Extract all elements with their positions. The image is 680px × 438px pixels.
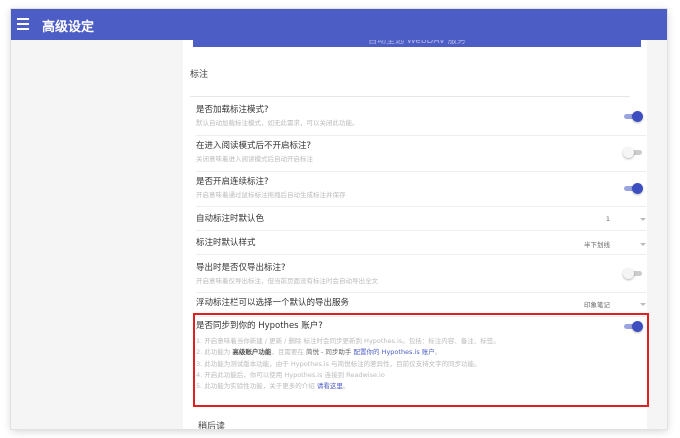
- export-annotation-only-toggle[interactable]: [623, 268, 642, 279]
- setting-row-default-style: 标注时默认样式 半下划线: [196, 238, 646, 252]
- select-value: 半下划线: [584, 241, 610, 249]
- page-title: 高级设定: [42, 20, 95, 35]
- divider: [196, 230, 646, 231]
- divider: [196, 135, 646, 136]
- setting-title: 导出时是否仅导出标注?: [196, 263, 286, 273]
- continuous-annotation-toggle[interactable]: [624, 183, 643, 194]
- reader-annotation-toggle[interactable]: [623, 147, 642, 158]
- setting-row-export-service: 浮动标注栏可以选择一个默认的导出服务 印象笔记: [196, 298, 646, 312]
- divider: [196, 206, 646, 207]
- divider: [196, 171, 646, 172]
- app-bar: 高级设定: [11, 9, 667, 40]
- section-header-read-later: 稍后读: [198, 422, 226, 429]
- setting-title: 标注时默认样式: [196, 238, 256, 248]
- setting-desc: 关闭意味着进入阅读模式后自动开启标注: [196, 155, 313, 163]
- default-style-select[interactable]: 半下划线: [584, 239, 646, 249]
- setting-title: 自动标注时默认色: [196, 214, 265, 224]
- divider: [196, 254, 646, 255]
- setting-row-export-annotation-only: 导出时是否仅导出标注? 开启意味着仅导出标注，但当前页面没有标注时会自动导出全文: [196, 263, 646, 293]
- setting-title: 浮动标注栏可以选择一个默认的导出服务: [196, 298, 350, 308]
- setting-title: 是否开启连续标注?: [196, 177, 269, 187]
- setting-row-load-annotation: 是否加载标注模式? 默认自动加载标注模式，如无此需求，可以关闭此功能。: [196, 105, 646, 135]
- setting-desc: 开启意味着通过鼠标标注拖拽后自动生成标注并保存: [196, 191, 346, 199]
- chevron-down-icon: [640, 242, 646, 246]
- setting-row-continuous-annotation: 是否开启连续标注? 开启意味着通过鼠标标注拖拽后自动生成标注并保存: [196, 177, 646, 207]
- setting-row-reader-annotation: 在进入阅读模式后不开启标注? 关闭意味着进入阅读模式后自动开启标注: [196, 141, 646, 171]
- section-header: 标注: [190, 67, 630, 97]
- select-value: 印象笔记: [584, 301, 610, 309]
- chevron-down-icon: [640, 302, 646, 306]
- chevron-down-icon: [640, 217, 646, 221]
- export-service-select[interactable]: 印象笔记: [584, 299, 646, 309]
- select-value: 1: [605, 215, 610, 223]
- setting-row-default-color: 自动标注时默认色 1: [196, 214, 646, 228]
- setting-title: 在进入阅读模式后不开启标注?: [196, 141, 312, 151]
- menu-icon[interactable]: [17, 18, 29, 30]
- default-color-select[interactable]: 1: [606, 215, 646, 223]
- load-annotation-toggle[interactable]: [624, 111, 643, 122]
- setting-desc: 开启意味着仅导出标注，但当前页面没有标注时会自动导出全文: [196, 277, 378, 285]
- setting-desc: 默认自动加载标注模式，如无此需求，可以关闭此功能。: [196, 119, 359, 127]
- divider: [196, 292, 646, 293]
- setting-title: 是否加载标注模式?: [196, 105, 269, 115]
- highlight-annotation-box: [193, 313, 649, 407]
